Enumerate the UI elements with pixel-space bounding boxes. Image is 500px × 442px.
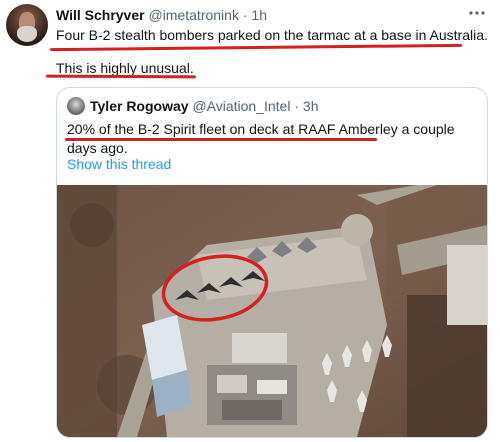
author-name[interactable]: Will Schryver	[56, 7, 145, 23]
tweet-text-line-1: Four B-2 stealth bombers parked on the t…	[56, 27, 488, 43]
tweet[interactable]: Will Schryver @imetatronink · 1h Four B-…	[0, 0, 500, 442]
more-horizontal-icon	[469, 11, 485, 15]
separator-dot: ·	[242, 7, 248, 23]
quoted-separator-dot: ·	[294, 98, 300, 114]
quoted-author-name[interactable]: Tyler Rogoway	[90, 98, 189, 114]
red-underline-line-2	[45, 74, 197, 79]
quoted-author-handle[interactable]: @Aviation_Intel	[192, 98, 290, 114]
quoted-tweet-card[interactable]: Tyler Rogoway @Aviation_Intel · 3h 20% o…	[56, 87, 488, 438]
tweet-text-line-2: This is highly unusual.	[56, 60, 194, 76]
show-thread-link[interactable]: Show this thread	[67, 156, 171, 172]
author-handle[interactable]: @imetatronink	[148, 7, 238, 23]
avatar[interactable]	[6, 4, 48, 46]
quoted-timestamp[interactable]: 3h	[303, 98, 319, 114]
more-options-button[interactable]	[468, 4, 486, 25]
red-underline-line-1	[49, 43, 463, 52]
red-underline-quoted	[65, 138, 377, 141]
timestamp[interactable]: 1h	[251, 7, 267, 23]
satellite-image[interactable]	[57, 185, 487, 437]
avatar-beard	[17, 26, 37, 42]
quoted-header: Tyler Rogoway @Aviation_Intel · 3h	[90, 98, 318, 114]
tweet-header: Will Schryver @imetatronink · 1h	[56, 7, 267, 23]
quoted-avatar[interactable]	[67, 97, 85, 115]
